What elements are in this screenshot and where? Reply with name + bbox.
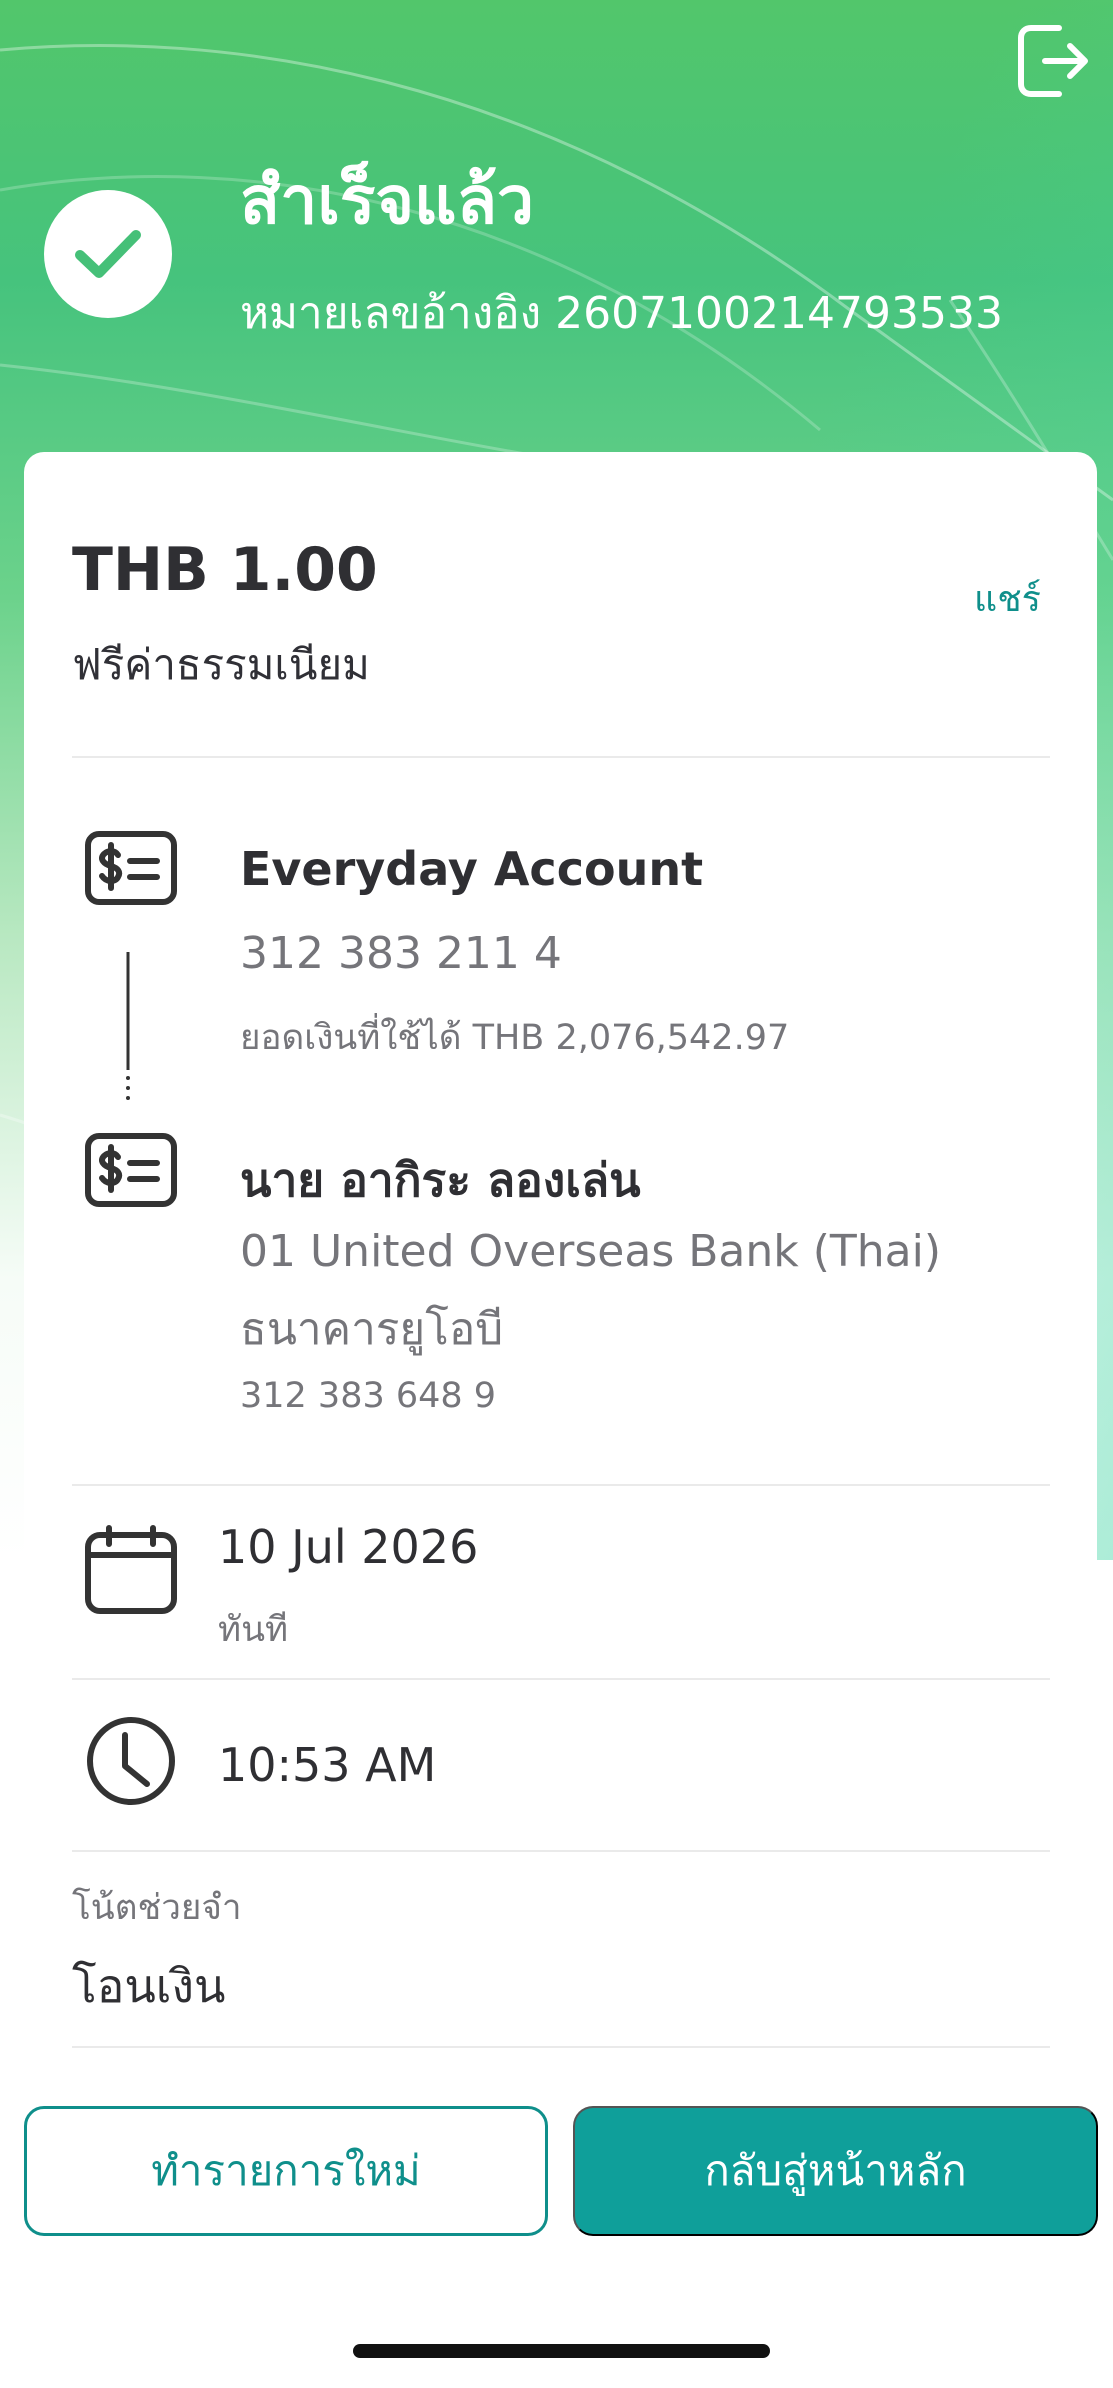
transfer-success-screen: สำเร็จแล้ว หมายเลขอ้างอิง 26071002147935… — [0, 0, 1113, 2388]
recipient-bank-name-english: 01 United Overseas Bank (Thai) — [240, 1226, 942, 1277]
source-account-name: Everyday Account — [240, 842, 704, 896]
home-indicator[interactable] — [353, 2344, 770, 2358]
money-account-icon — [85, 1133, 177, 1207]
back-to-home-button[interactable]: กลับสู่หน้าหลัก — [573, 2106, 1098, 2236]
recipient-bank-name-thai: ธนาคารยูโอบี — [240, 1304, 504, 1355]
share-button[interactable]: แชร์ — [974, 582, 1041, 618]
source-account-number: 312 383 211 4 — [240, 928, 562, 979]
recipient-account-number: 312 383 648 9 — [240, 1376, 497, 1416]
clock-icon — [87, 1717, 175, 1805]
check-icon — [75, 230, 141, 278]
calendar-icon — [85, 1525, 177, 1614]
logout-icon[interactable] — [1015, 22, 1093, 100]
available-balance: ยอดเงินที่ใช้ได้ THB 2,076,542.97 — [240, 1018, 790, 1058]
recipient-name: นาย อากิระ ลองเล่น — [240, 1153, 641, 1207]
transfer-amount: THB 1.00 — [72, 535, 378, 605]
transfer-flow-connector — [126, 952, 130, 1100]
money-account-icon — [85, 831, 177, 905]
success-title: สำเร็จแล้ว — [240, 162, 535, 239]
transaction-summary-card: THB 1.00 ฟรีค่าธรรมเนียม แชร์ Everyday A… — [24, 452, 1097, 2112]
transfer-time: 10:53 AM — [218, 1738, 437, 1792]
fee-status: ฟรีค่าธรรมเนียม — [72, 640, 370, 689]
date-divider — [72, 1678, 1050, 1680]
transfer-date: 10 Jul 2026 — [218, 1520, 479, 1574]
account-divider — [72, 1484, 1050, 1486]
transfer-timing: ทันที — [218, 1610, 289, 1650]
memo-label: โน้ตช่วยจำ — [72, 1888, 242, 1928]
new-transaction-button[interactable]: ทำรายการใหม่ — [24, 2106, 548, 2236]
memo-value: โอนเงิน — [72, 1959, 226, 2013]
reference-number: หมายเลขอ้างอิง 2607100214793533 — [240, 288, 1003, 339]
time-divider — [72, 1850, 1050, 1852]
success-status-badge — [44, 190, 172, 318]
memo-divider — [72, 2046, 1050, 2048]
amount-divider — [72, 756, 1050, 758]
